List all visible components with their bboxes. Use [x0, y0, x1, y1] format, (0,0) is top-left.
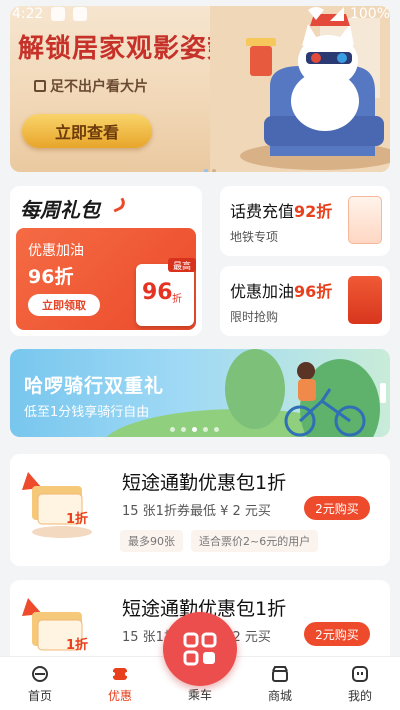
ride-banner-title: 哈啰骑行双重礼: [24, 375, 165, 397]
signal-icon: [329, 7, 344, 21]
swoosh-decoration: [110, 197, 128, 213]
red-envelope-icon: [348, 276, 382, 324]
store-icon: [272, 665, 288, 682]
weekly-gift-title: 每周礼包: [20, 198, 100, 222]
home-icon: [32, 665, 48, 682]
fuel-card-discount: 96折: [28, 266, 74, 288]
pagination-dot: [181, 427, 186, 432]
tab-profile[interactable]: 我的: [320, 657, 400, 710]
phone-recharge-card[interactable]: 话费充值92折 地铁专项: [220, 186, 390, 256]
app-notification-icon: [73, 7, 88, 21]
buy-button[interactable]: 2元购买: [304, 622, 370, 646]
recharge-coupon-icon: [348, 196, 382, 244]
tab-offers[interactable]: 优惠: [80, 657, 160, 710]
notification-icon: [51, 7, 66, 21]
pagination-dot: [212, 169, 216, 172]
commute-pack-title: 短途通勤优惠包1折: [122, 472, 287, 494]
banner-title: 解锁居家观影姿势: [18, 34, 235, 64]
ride-qr-button[interactable]: [163, 612, 237, 686]
coupon-value: 96: [142, 280, 173, 305]
fuel-card-label: 优惠加油: [28, 243, 84, 259]
pagination-dot: [204, 169, 208, 172]
ticket-discount-label: 1折: [66, 638, 89, 653]
promo-subtitle: 地铁专项: [230, 230, 279, 244]
tab-store[interactable]: 商城: [240, 657, 320, 710]
claim-now-button[interactable]: 立即领取: [28, 294, 100, 316]
banner-subtitle: 足不出户看大片: [34, 76, 148, 96]
coupon-graphic: 96 折: [136, 264, 194, 326]
fuel-promo-card[interactable]: 优惠加油96折 限时抢购: [220, 266, 390, 336]
tag-fare-range: 适合票价2~6元的用户: [191, 530, 319, 552]
commute-pack-subtitle: 15 张1折券最低 ¥ 2 元买: [122, 504, 271, 519]
status-bar: 4:22 100%: [0, 0, 400, 28]
tab-label: 我的: [347, 688, 372, 703]
pagination-dot: [170, 427, 175, 432]
battery-level: 100%: [349, 6, 390, 22]
ride-banner-subtitle: 低至1分钱享骑行自由: [24, 405, 150, 420]
banner-pagination: [204, 169, 216, 172]
fuel-discount-card[interactable]: 优惠加油 96折 立即领取 96 折 最高: [16, 228, 196, 330]
bike-ride-banner[interactable]: 哈啰骑行双重礼 低至1分钱享骑行自由: [10, 349, 390, 437]
wifi-icon: [307, 7, 324, 20]
coupon-max-tag: 最高: [168, 258, 196, 272]
pagination-dot: [203, 427, 208, 432]
hero-banner[interactable]: 解锁居家观影姿势 足不出户看大片 立即查看: [10, 6, 390, 172]
commute-pack-tags: 最多90张 适合票价2~6元的用户: [120, 530, 319, 552]
promo-subtitle: 限时抢购: [230, 310, 279, 324]
promo-title: 话费充值92折: [230, 202, 333, 221]
ticket-gift-illustration: [22, 472, 92, 538]
coupon-icon: [111, 667, 129, 680]
pagination-dot: [214, 427, 219, 432]
promo-title: 优惠加油96折: [230, 282, 333, 301]
tab-label: 优惠: [107, 688, 132, 703]
tab-home[interactable]: 首页: [0, 657, 80, 710]
tag-max-count: 最多90张: [120, 530, 183, 552]
ticket-discount-label: 1折: [66, 512, 89, 527]
coupon-unit: 折: [172, 294, 182, 305]
cat-mascot-illustration: [210, 6, 390, 172]
ride-banner-pagination: [170, 427, 219, 432]
buy-button[interactable]: 2元购买: [304, 496, 370, 520]
tab-label: 首页: [27, 688, 52, 703]
tab-label: 商城: [267, 688, 292, 703]
film-icon: [34, 80, 46, 92]
banner-view-button[interactable]: 立即查看: [22, 114, 152, 148]
profile-icon: [352, 665, 368, 682]
weekly-gift-section: 每周礼包 优惠加油 96折 立即领取 96 折 最高: [10, 186, 202, 336]
commute-pack-card[interactable]: 1折 短途通勤优惠包1折 15 张1折券最低 ¥ 2 元买 2元购买 最多90张…: [10, 454, 390, 566]
status-time: 4:22: [12, 6, 44, 22]
qr-code-icon: [183, 632, 217, 666]
pagination-dot: [192, 427, 197, 432]
tab-label: 乘车: [187, 688, 212, 702]
